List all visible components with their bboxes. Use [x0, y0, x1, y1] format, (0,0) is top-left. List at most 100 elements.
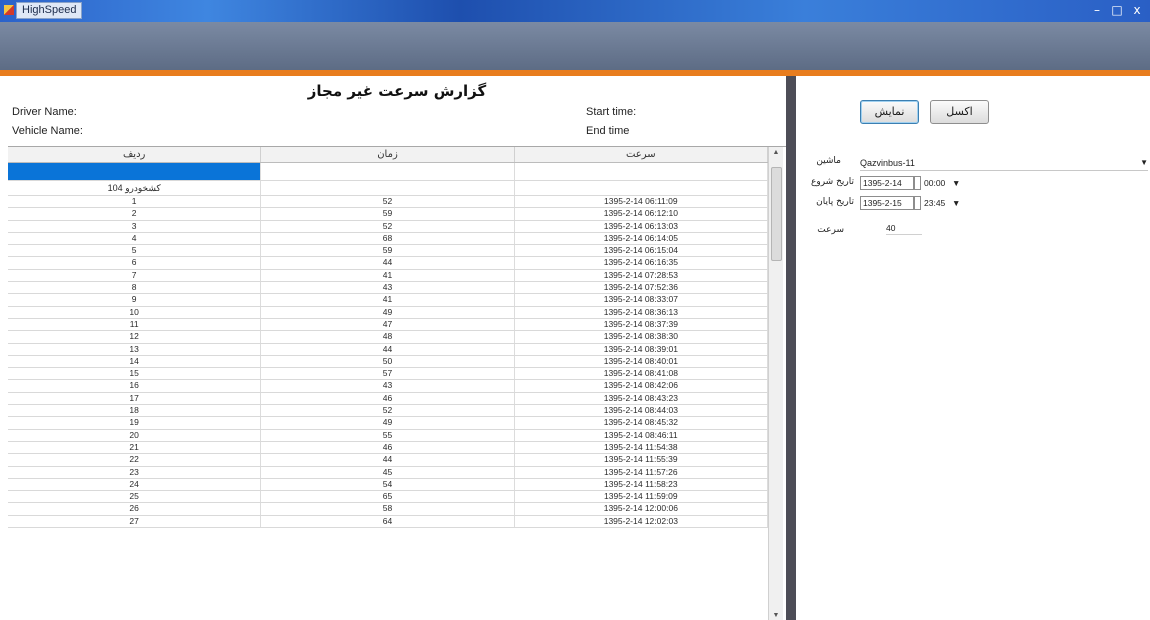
- speed-cell[interactable]: 50: [261, 355, 515, 368]
- row-number-cell[interactable]: 24: [8, 478, 262, 491]
- time-cell[interactable]: 1395-2-14 11:59:09: [515, 491, 768, 503]
- time-cell[interactable]: 1395-2-14 11:55:39: [515, 454, 768, 466]
- start-date-calendar-icon[interactable]: [914, 176, 921, 190]
- table-row[interactable]: 1 52 1395-2-14 06:11:09: [8, 196, 768, 209]
- speed-cell[interactable]: 49: [261, 417, 515, 429]
- row-number-cell[interactable]: 1: [8, 196, 262, 208]
- time-cell[interactable]: 1395-2-14 11:58:23: [515, 478, 768, 491]
- table-row-group[interactable]: کشخودرو 104: [8, 181, 768, 196]
- speed-cell[interactable]: 64: [261, 515, 515, 528]
- speed-cell[interactable]: 58: [261, 503, 515, 515]
- table-row[interactable]: 24 54 1395-2-14 11:58:23: [8, 478, 768, 492]
- speed-cell[interactable]: 68: [261, 232, 515, 245]
- speed-cell[interactable]: 46: [261, 392, 515, 405]
- speed-cell[interactable]: 49: [261, 306, 515, 318]
- table-row[interactable]: 7 41 1395-2-14 07:28:53: [8, 269, 768, 283]
- vertical-scrollbar[interactable]: ▲ ▼: [768, 147, 783, 620]
- table-row[interactable]: 12 48 1395-2-14 08:38:30: [8, 331, 768, 344]
- row-number-cell[interactable]: 6: [8, 257, 262, 269]
- table-cell[interactable]: [261, 163, 515, 180]
- time-cell[interactable]: 1395-2-14 07:52:36: [515, 282, 768, 294]
- time-cell[interactable]: 1395-2-14 08:45:32: [515, 417, 768, 429]
- time-cell[interactable]: 1395-2-14 12:02:03: [515, 515, 768, 528]
- time-cell[interactable]: 1395-2-14 08:42:06: [515, 380, 768, 392]
- row-number-cell[interactable]: 19: [8, 417, 262, 429]
- time-cell[interactable]: 1395-2-14 06:13:03: [515, 220, 768, 232]
- start-date-field[interactable]: 1395-2-14: [860, 176, 914, 190]
- start-time-field[interactable]: 00:00: [924, 177, 945, 189]
- row-number-cell[interactable]: 7: [8, 269, 262, 282]
- row-number-cell[interactable]: 23: [8, 466, 262, 478]
- speed-cell[interactable]: 52: [261, 220, 515, 232]
- excel-button[interactable]: اکسل: [930, 100, 989, 124]
- column-header-row-number[interactable]: ردیف: [8, 147, 262, 162]
- row-number-cell[interactable]: 9: [8, 294, 262, 306]
- maximize-button[interactable]: □: [1106, 2, 1128, 18]
- time-cell[interactable]: 1395-2-14 06:16:35: [515, 257, 768, 269]
- row-number-cell[interactable]: 25: [8, 491, 262, 503]
- end-date-field[interactable]: 1395-2-15: [860, 196, 914, 210]
- time-cell[interactable]: 1395-2-14 07:28:53: [515, 269, 768, 282]
- time-cell[interactable]: 1395-2-14 12:00:06: [515, 503, 768, 515]
- chevron-down-icon[interactable]: ▼: [952, 197, 960, 209]
- time-cell[interactable]: 1395-2-14 06:11:09: [515, 196, 768, 208]
- table-row[interactable]: 19 49 1395-2-14 08:45:32: [8, 417, 768, 430]
- speed-cell[interactable]: 59: [261, 245, 515, 257]
- window-title-bar[interactable]: HighSpeed – □ x: [0, 0, 1150, 22]
- table-row[interactable]: 15 57 1395-2-14 08:41:08: [8, 368, 768, 381]
- column-header-speed[interactable]: سرعت: [515, 147, 768, 162]
- table-row[interactable]: 22 44 1395-2-14 11:55:39: [8, 454, 768, 467]
- table-row[interactable]: 13 44 1395-2-14 08:39:01: [8, 343, 768, 356]
- speed-cell[interactable]: 43: [261, 282, 515, 294]
- time-cell[interactable]: 1395-2-14 11:54:38: [515, 441, 768, 454]
- time-cell[interactable]: 1395-2-14 08:37:39: [515, 318, 768, 331]
- speed-cell[interactable]: 44: [261, 454, 515, 466]
- row-number-cell[interactable]: 3: [8, 220, 262, 232]
- panel-divider[interactable]: [786, 76, 796, 620]
- table-row[interactable]: 6 44 1395-2-14 06:16:35: [8, 257, 768, 270]
- close-button[interactable]: x: [1126, 2, 1148, 18]
- speed-cell[interactable]: 52: [261, 196, 515, 208]
- speed-cell[interactable]: 44: [261, 343, 515, 355]
- table-row[interactable]: 27 64 1395-2-14 12:02:03: [8, 515, 768, 529]
- row-number-cell[interactable]: 27: [8, 515, 262, 528]
- row-number-cell[interactable]: 15: [8, 368, 262, 380]
- table-row[interactable]: 2 59 1395-2-14 06:12:10: [8, 208, 768, 221]
- speed-cell[interactable]: 41: [261, 269, 515, 282]
- minimize-button[interactable]: –: [1086, 2, 1108, 18]
- time-cell[interactable]: 1395-2-14 11:57:26: [515, 466, 768, 478]
- row-number-cell[interactable]: 26: [8, 503, 262, 515]
- speed-cell[interactable]: 44: [261, 257, 515, 269]
- show-button[interactable]: نمایش: [860, 100, 919, 124]
- row-number-cell[interactable]: 10: [8, 306, 262, 318]
- speed-cell[interactable]: 46: [261, 441, 515, 454]
- end-date-calendar-icon[interactable]: [914, 196, 921, 210]
- chevron-down-icon[interactable]: ▼: [952, 177, 960, 189]
- speed-cell[interactable]: 57: [261, 368, 515, 380]
- speed-cell[interactable]: 41: [261, 294, 515, 306]
- time-cell[interactable]: 1395-2-14 06:14:05: [515, 232, 768, 245]
- speed-cell[interactable]: 47: [261, 318, 515, 331]
- time-cell[interactable]: 1395-2-14 08:33:07: [515, 294, 768, 306]
- table-row[interactable]: 11 47 1395-2-14 08:37:39: [8, 318, 768, 332]
- row-number-cell[interactable]: 8: [8, 282, 262, 294]
- row-number-cell[interactable]: 21: [8, 441, 262, 454]
- time-cell[interactable]: 1395-2-14 08:38:30: [515, 331, 768, 343]
- row-number-cell[interactable]: 4: [8, 232, 262, 245]
- speed-field[interactable]: 40: [886, 222, 922, 235]
- scroll-up-icon[interactable]: ▲: [769, 149, 783, 156]
- speed-cell[interactable]: 48: [261, 331, 515, 343]
- time-cell[interactable]: 1395-2-14 06:15:04: [515, 245, 768, 257]
- table-row[interactable]: 23 45 1395-2-14 11:57:26: [8, 466, 768, 479]
- column-header-time[interactable]: زمان: [261, 147, 515, 162]
- row-number-cell[interactable]: 13: [8, 343, 262, 355]
- time-cell[interactable]: 1395-2-14 06:12:10: [515, 208, 768, 220]
- table-row[interactable]: 21 46 1395-2-14 11:54:38: [8, 441, 768, 455]
- time-cell[interactable]: 1395-2-14 08:43:23: [515, 392, 768, 405]
- table-cell[interactable]: [515, 163, 768, 180]
- row-number-cell[interactable]: 16: [8, 380, 262, 392]
- table-row[interactable]: 3 52 1395-2-14 06:13:03: [8, 220, 768, 233]
- row-number-cell[interactable]: 22: [8, 454, 262, 466]
- table-row[interactable]: 10 49 1395-2-14 08:36:13: [8, 306, 768, 319]
- speed-cell[interactable]: 59: [261, 208, 515, 220]
